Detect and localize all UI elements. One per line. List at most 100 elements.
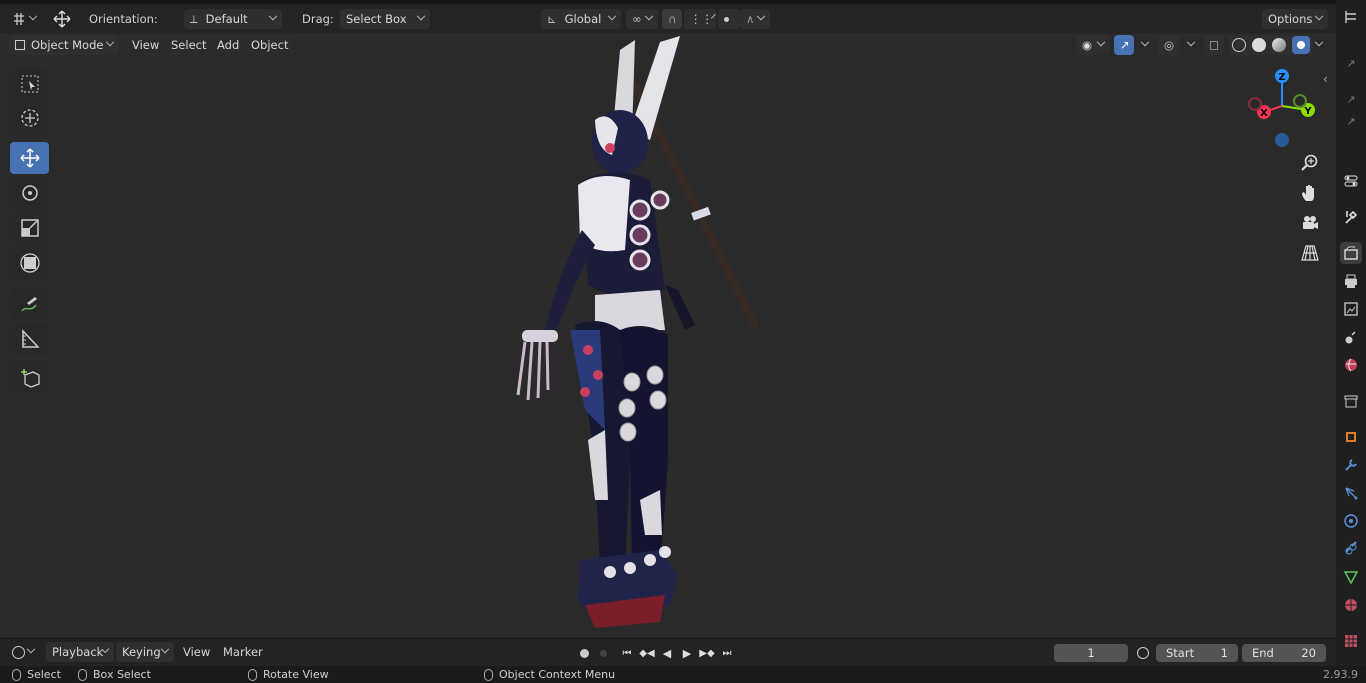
texture-properties-icon[interactable] <box>1340 630 1362 652</box>
gizmo-dropdown[interactable] <box>1134 35 1154 55</box>
orientation-dropdown[interactable]: ⟂ Default <box>184 9 282 29</box>
xray-toggle[interactable] <box>1204 35 1224 55</box>
collection-properties-icon[interactable] <box>1340 390 1362 412</box>
prev-keyframe-icon: ◆◀ <box>639 647 655 659</box>
stopwatch-icon <box>1137 647 1149 659</box>
scene-properties-icon[interactable] <box>1340 326 1362 348</box>
render-properties-icon[interactable] <box>1340 242 1362 264</box>
character-model[interactable] <box>500 30 780 635</box>
zoom-button[interactable] <box>1298 151 1322 175</box>
gizmo-neg-x[interactable] <box>1248 97 1262 111</box>
status-rotate-view-label: Rotate View <box>263 668 329 681</box>
snap-target-dropdown[interactable]: ⋮⋮ <box>684 9 716 29</box>
constraints-properties-icon[interactable] <box>1340 538 1362 560</box>
gizmo-x-label: X <box>1260 108 1268 119</box>
menu-add[interactable]: Add <box>211 35 246 55</box>
object-mode-dropdown[interactable]: Object Mode <box>9 35 119 55</box>
proportional-edit-toggle[interactable] <box>718 9 740 29</box>
world-properties-icon[interactable] <box>1340 354 1362 376</box>
add-cube-icon <box>20 369 40 388</box>
timeline-view-menu[interactable]: View <box>177 642 216 662</box>
gizmo-neg-z[interactable] <box>1275 133 1289 147</box>
auto-keying-button[interactable] <box>575 644 593 662</box>
measure-tool[interactable] <box>10 323 49 355</box>
navigation-gizmo[interactable]: Z Y X <box>1240 64 1324 150</box>
jump-start-button[interactable]: ⏮ <box>618 644 636 662</box>
mouse-left-icon <box>12 669 21 681</box>
timeline-editor-type-dropdown[interactable] <box>6 642 40 662</box>
annotate-tool[interactable] <box>10 288 49 320</box>
solid-shading-icon[interactable] <box>1252 38 1266 52</box>
transform-orientation-dropdown[interactable]: ⊾ Global <box>541 9 621 29</box>
outliner-icon[interactable] <box>1340 6 1362 28</box>
pivot-point-dropdown[interactable]: ∞ <box>626 9 658 29</box>
keying-menu[interactable]: Keying <box>116 642 174 662</box>
snap-increment-icon: ⋮⋮ <box>690 12 713 26</box>
xray-icon <box>1210 40 1218 50</box>
output-properties-icon[interactable] <box>1340 270 1362 292</box>
material-properties-icon[interactable] <box>1340 594 1362 616</box>
visibility-dropdown[interactable]: ◉ <box>1076 35 1110 55</box>
next-keyframe-button[interactable]: ▶◆ <box>698 644 716 662</box>
rotate-tool[interactable] <box>10 177 49 209</box>
gizmo-neg-y[interactable] <box>1293 94 1307 108</box>
play-button[interactable]: ▶ <box>678 644 696 662</box>
editor-type-dropdown[interactable] <box>6 9 42 29</box>
menu-view[interactable]: View <box>126 35 166 55</box>
current-frame-field[interactable]: 1 <box>1054 644 1128 662</box>
data-properties-icon[interactable] <box>1340 566 1362 588</box>
status-bar: Select Box Select Rotate View Object Con… <box>0 666 1366 683</box>
tool-properties-icon[interactable] <box>1340 206 1362 228</box>
move-tool[interactable] <box>10 142 49 174</box>
transform-orientation-value: Global <box>564 12 602 26</box>
falloff-dropdown[interactable]: ∧ <box>740 9 770 29</box>
camera-view-button[interactable] <box>1298 211 1322 235</box>
modifier-properties-icon[interactable] <box>1340 454 1362 476</box>
physics-properties-icon[interactable] <box>1340 510 1362 532</box>
particles-properties-icon[interactable] <box>1340 482 1362 504</box>
scale-tool[interactable] <box>10 212 49 244</box>
ruler-icon <box>21 329 40 348</box>
overlays-dropdown[interactable] <box>1180 35 1200 55</box>
playback-label: Playback <box>52 645 104 659</box>
sidebar-toggle-icon[interactable]: ‹ <box>1323 72 1328 86</box>
properties-toggle-icon[interactable] <box>1340 170 1362 192</box>
next-keyframe-icon: ▶◆ <box>699 647 715 659</box>
object-properties-icon[interactable] <box>1340 426 1362 448</box>
eye-icon: ◉ <box>1082 38 1093 52</box>
pan-button[interactable] <box>1298 181 1322 205</box>
end-frame-field[interactable]: End 20 <box>1242 644 1326 662</box>
preview-range-button[interactable] <box>1134 644 1152 662</box>
global-axes-icon: ⊾ <box>547 12 557 26</box>
transform-tool[interactable] <box>10 247 49 279</box>
menu-select[interactable]: Select <box>165 35 213 55</box>
play-reverse-button[interactable]: ◀ <box>658 644 676 662</box>
hand-icon <box>1302 185 1314 201</box>
shading-mode-group <box>1229 35 1313 55</box>
pin-arrow-icon-2[interactable]: ↗ <box>1340 88 1362 110</box>
start-frame-field[interactable]: Start 1 <box>1156 644 1238 662</box>
wireframe-shading-icon[interactable] <box>1232 38 1246 52</box>
keying-set-dropdown[interactable] <box>594 644 612 662</box>
add-cube-tool[interactable] <box>10 362 49 394</box>
drag-dropdown[interactable]: Select Box <box>340 9 430 29</box>
options-dropdown[interactable]: Options <box>1262 9 1328 29</box>
pin-arrow-icon-1[interactable]: ↗ <box>1340 52 1362 74</box>
view-layer-icon[interactable] <box>1340 298 1362 320</box>
perspective-toggle-button[interactable] <box>1298 241 1322 265</box>
camera-icon <box>1303 216 1318 229</box>
shading-dropdown[interactable] <box>1308 35 1328 55</box>
overlays-toggle[interactable]: ◎ <box>1158 35 1180 55</box>
menu-object[interactable]: Object <box>245 35 295 55</box>
prev-keyframe-button[interactable]: ◆◀ <box>638 644 656 662</box>
playback-menu[interactable]: Playback <box>46 642 114 662</box>
select-box-tool[interactable] <box>10 68 49 100</box>
cursor-tool[interactable] <box>10 102 49 134</box>
timeline-marker-menu[interactable]: Marker <box>217 642 269 662</box>
snap-toggle[interactable]: ∩ <box>662 9 682 29</box>
material-shading-icon[interactable] <box>1272 38 1286 52</box>
pin-arrow-icon-3[interactable]: ↗ <box>1340 110 1362 132</box>
object-mode-value: Object Mode <box>31 38 104 52</box>
gizmo-toggle[interactable]: ↗ <box>1114 35 1134 55</box>
jump-end-button[interactable]: ⏭ <box>718 644 736 662</box>
